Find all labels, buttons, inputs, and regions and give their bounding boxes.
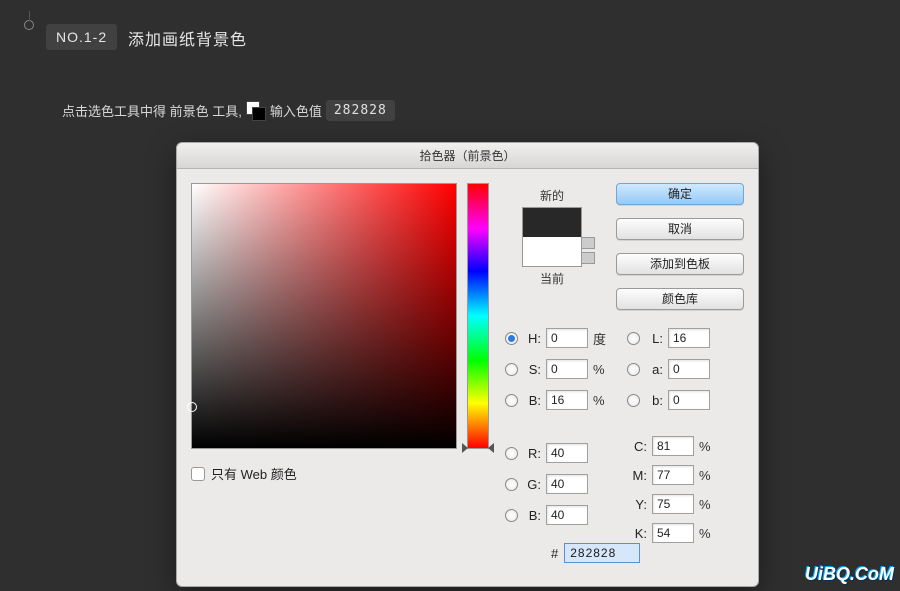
input-c[interactable] — [652, 436, 694, 456]
web-safe-icon[interactable] — [581, 252, 595, 264]
label-hash: # — [551, 546, 558, 561]
web-only-checkbox[interactable] — [191, 467, 205, 481]
color-canvas-cursor — [187, 402, 197, 412]
label-r: R: — [523, 446, 541, 461]
hue-slider[interactable] — [467, 183, 489, 449]
label-lab-b: b: — [645, 393, 663, 408]
unit-pct: % — [593, 393, 607, 408]
label-m: M: — [627, 468, 647, 483]
label-a: a: — [645, 362, 663, 377]
label-l: L: — [645, 331, 663, 346]
input-m[interactable] — [652, 465, 694, 485]
watermark: UiBQ.CoM — [805, 564, 894, 585]
unit-pct: % — [593, 362, 607, 377]
label-y: Y: — [627, 497, 647, 512]
color-libraries-button[interactable]: 颜色库 — [616, 288, 744, 310]
input-rb[interactable] — [546, 505, 588, 525]
instruction-row: 点击选色工具中得 前景色 工具, 输入色值 282828 — [62, 100, 395, 121]
label-h: H: — [523, 331, 541, 346]
add-swatch-button[interactable]: 添加到色板 — [616, 253, 744, 275]
new-label: 新的 — [513, 187, 591, 204]
radio-b[interactable] — [505, 394, 518, 407]
instruction-post: 输入色值 — [270, 101, 322, 120]
web-only-label: 只有 Web 颜色 — [211, 464, 297, 483]
color-picker-dialog: 拾色器（前景色） 新的 当前 确定 取消 添加到色板 颜色库 只有 Web 颜色… — [176, 142, 759, 587]
hue-slider-thumb-icon — [462, 443, 468, 453]
label-k: K: — [627, 526, 647, 541]
input-h[interactable] — [546, 328, 588, 348]
current-label: 当前 — [513, 270, 591, 287]
input-r[interactable] — [546, 443, 588, 463]
foreground-swatch-icon — [246, 101, 266, 121]
radio-h[interactable] — [505, 332, 518, 345]
label-g: G: — [523, 477, 541, 492]
label-c: C: — [627, 439, 647, 454]
radio-s[interactable] — [505, 363, 518, 376]
dialog-title: 拾色器（前景色） — [177, 143, 758, 169]
color-compare-swatch — [522, 207, 582, 267]
label-rb: B: — [523, 508, 541, 523]
radio-l[interactable] — [627, 332, 640, 345]
instruction-value: 282828 — [326, 100, 395, 121]
input-b[interactable] — [546, 390, 588, 410]
step-tag: NO.1-2 — [46, 24, 117, 50]
instruction-pre: 点击选色工具中得 前景色 工具, — [62, 101, 242, 120]
input-a[interactable] — [668, 359, 710, 379]
input-y[interactable] — [652, 494, 694, 514]
radio-rb[interactable] — [505, 509, 518, 522]
hue-slider-thumb-icon — [488, 443, 494, 453]
radio-r[interactable] — [505, 447, 518, 460]
cube-icon[interactable] — [581, 237, 595, 249]
ok-button[interactable]: 确定 — [616, 183, 744, 205]
input-lab-b[interactable] — [668, 390, 710, 410]
radio-lab-b[interactable] — [627, 394, 640, 407]
input-g[interactable] — [546, 474, 588, 494]
input-l[interactable] — [668, 328, 710, 348]
input-s[interactable] — [546, 359, 588, 379]
label-b: B: — [523, 393, 541, 408]
color-canvas[interactable] — [191, 183, 457, 449]
cancel-button[interactable]: 取消 — [616, 218, 744, 240]
label-s: S: — [523, 362, 541, 377]
input-k[interactable] — [652, 523, 694, 543]
step-title: 添加画纸背景色 — [128, 26, 247, 50]
radio-a[interactable] — [627, 363, 640, 376]
unit-deg: 度 — [593, 329, 607, 348]
radio-g[interactable] — [505, 478, 518, 491]
input-hex[interactable] — [564, 543, 640, 563]
